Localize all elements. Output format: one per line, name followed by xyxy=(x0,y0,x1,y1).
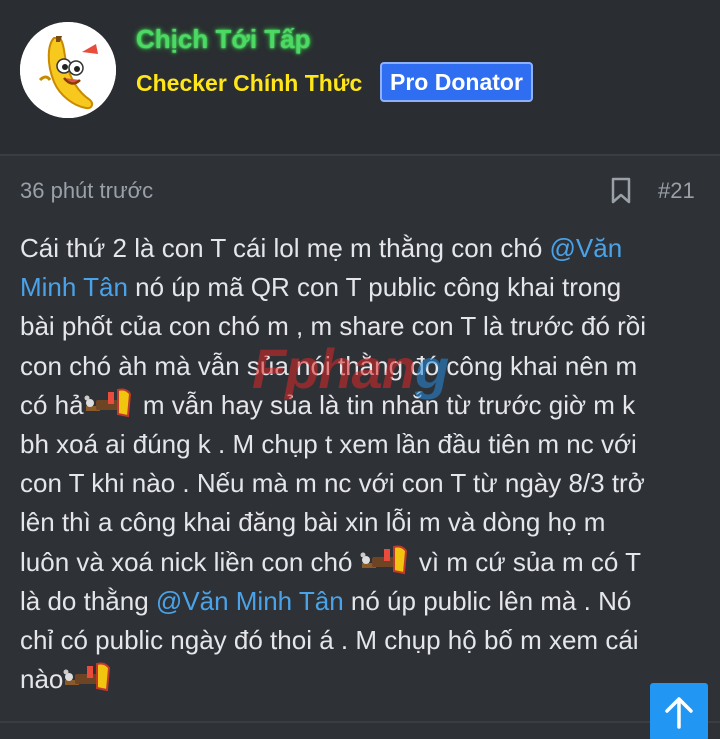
gun-emoji-icon xyxy=(360,543,412,577)
mention-link[interactable]: @Văn xyxy=(550,233,623,263)
post-text: m vẫn hay sủa là tin nhắn từ trước giờ m… xyxy=(135,389,636,420)
post-number[interactable]: #21 xyxy=(658,178,695,204)
post-text: có hả xyxy=(20,389,84,420)
gun-emoji-icon xyxy=(63,660,115,694)
bookmark-icon[interactable] xyxy=(610,177,632,205)
post-line: con T khi nào . Nếu mà m nc với con T từ… xyxy=(20,468,645,499)
post-line: có hả m vẫn hay sủa là tin nhắn từ trước… xyxy=(20,386,700,425)
user-header: Chịch Tới Tấp Checker Chính Thức Pro Don… xyxy=(0,0,720,156)
post-line: là do thằng @Văn Minh Tân nó úp public l… xyxy=(20,582,700,621)
post-time[interactable]: 36 phút trước xyxy=(20,178,153,204)
post-text: nó úp mã QR con T public công khai trong xyxy=(127,272,622,303)
post-line: nào xyxy=(20,660,700,699)
post-text: là do thằng xyxy=(20,585,156,616)
post-text: nó úp public lên mà . Nó xyxy=(343,585,632,616)
user-avatar[interactable] xyxy=(20,22,116,118)
post-line: lên thì a công khai đăng bài xin lỗi m v… xyxy=(20,507,606,538)
gun-emoji-icon xyxy=(84,386,136,420)
username[interactable]: Chịch Tới Tấp xyxy=(136,24,310,55)
post-line: bh xoá ai đúng k . M chụp t xem lần đầu … xyxy=(20,429,637,460)
post-text: luôn và xoá nick liền con chó xyxy=(20,546,360,577)
post-text: nào xyxy=(20,664,64,695)
post-line: luôn và xoá nick liền con chó vì m cứ sủ… xyxy=(20,543,700,582)
post-container: Chịch Tới Tấp Checker Chính Thức Pro Don… xyxy=(0,0,720,739)
scroll-to-top-button[interactable] xyxy=(650,683,708,739)
post-text: Cái thứ 2 là con T cái lol mẹ m thằng co… xyxy=(20,233,550,263)
arrow-up-icon xyxy=(665,697,693,729)
mention-link[interactable]: Minh Tân xyxy=(20,272,128,302)
post-text: vì m cứ sủa m có T xyxy=(411,546,641,577)
user-title: Checker Chính Thức xyxy=(136,70,363,96)
user-badge: Pro Donator xyxy=(380,62,533,102)
post-line: con chó àh mà vẫn sủa nói thằng đó công … xyxy=(20,350,638,381)
banana-avatar-icon xyxy=(20,22,116,118)
post-line: chỉ có public ngày đó thoi á . M chụp hộ… xyxy=(20,625,639,656)
mention-link[interactable]: @Văn Minh Tân xyxy=(156,586,344,616)
post-body: Cái thứ 2 là con T cái lol mẹ m thằng co… xyxy=(20,229,700,699)
post-line: Cái thứ 2 là con T cái lol mẹ m thằng co… xyxy=(20,229,700,268)
post-line: bài phốt của con chó m , m share con T l… xyxy=(20,311,647,342)
divider xyxy=(0,721,720,723)
post-line: Minh Tân nó úp mã QR con T public công k… xyxy=(20,268,700,307)
